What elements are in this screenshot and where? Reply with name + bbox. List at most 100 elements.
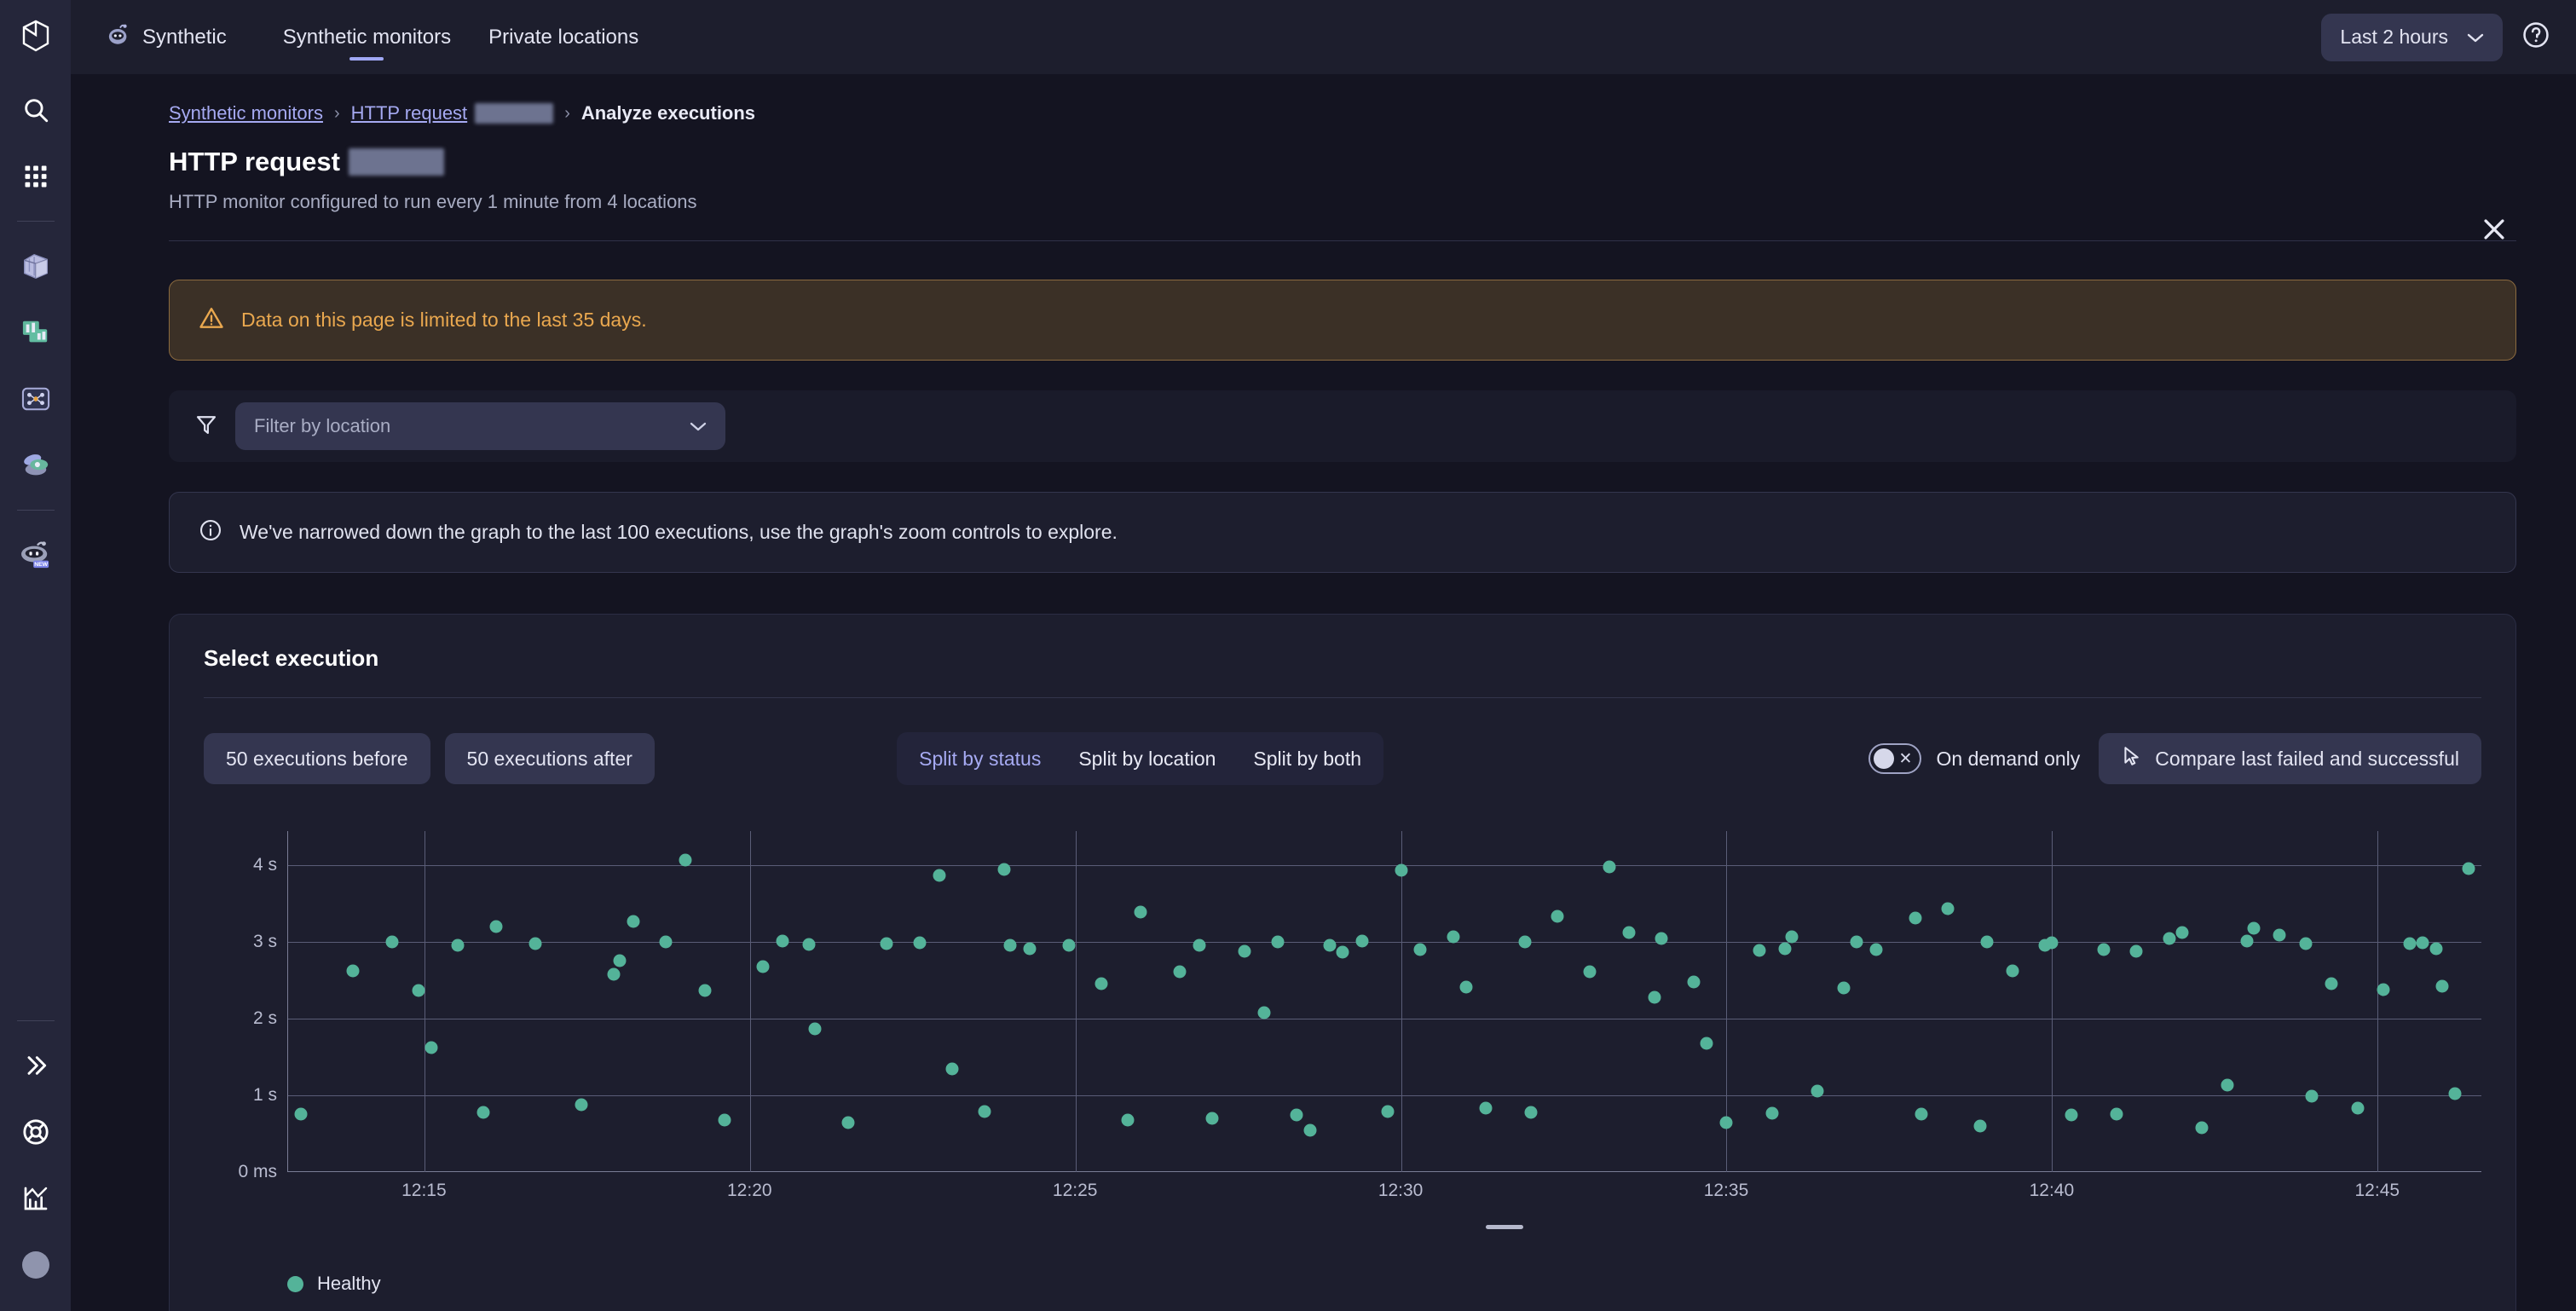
chart-data-point[interactable] — [1765, 1106, 1778, 1119]
chart-data-point[interactable] — [913, 937, 926, 950]
chart-data-point[interactable] — [1355, 935, 1368, 948]
chart-data-point[interactable] — [2247, 922, 2260, 935]
chart-data-point[interactable] — [1701, 1037, 1713, 1050]
question-circle-icon[interactable] — [2521, 20, 2550, 54]
chart-data-point[interactable] — [575, 1098, 587, 1111]
chart-data-point[interactable] — [1193, 938, 1205, 951]
plot-canvas[interactable] — [287, 831, 2481, 1172]
chart-data-point[interactable] — [1980, 936, 1993, 949]
compare-last-failed-successful-button[interactable]: Compare last failed and successful — [2099, 733, 2481, 784]
chart-data-point[interactable] — [1173, 966, 1186, 979]
chart-data-point[interactable] — [1941, 902, 1954, 915]
chart-data-point[interactable] — [1753, 944, 1765, 957]
chart-data-point[interactable] — [1688, 976, 1701, 989]
chart-data-point[interactable] — [1024, 942, 1037, 955]
chart-data-point[interactable] — [2436, 979, 2449, 992]
chart-data-point[interactable] — [1258, 1007, 1271, 1019]
chart-data-point[interactable] — [1551, 910, 1563, 922]
chart-data-point[interactable] — [1291, 1109, 1303, 1122]
time-range-picker[interactable]: Last 2 hours — [2321, 14, 2503, 61]
topnav-item-synthetic-monitors[interactable]: Synthetic monitors — [264, 0, 470, 74]
chart-data-point[interactable] — [1323, 938, 1336, 951]
chart-data-point[interactable] — [933, 869, 945, 882]
analytics-chart-icon[interactable] — [12, 1175, 60, 1222]
chart-data-point[interactable] — [1655, 932, 1667, 944]
chart-data-point[interactable] — [614, 954, 627, 967]
chart-data-point[interactable] — [1837, 982, 1850, 995]
chart-data-point[interactable] — [2098, 944, 2111, 956]
chart-data-point[interactable] — [529, 938, 542, 950]
chart-data-point[interactable] — [659, 936, 672, 949]
layers-icon[interactable] — [12, 442, 60, 489]
chart-data-point[interactable] — [802, 938, 815, 951]
chart-data-point[interactable] — [1909, 912, 1921, 925]
chart-data-point[interactable] — [2221, 1078, 2234, 1091]
filter-funnel-icon[interactable] — [194, 413, 218, 441]
chart-data-point[interactable] — [1063, 938, 1076, 951]
chart-data-point[interactable] — [2377, 984, 2390, 996]
chart-data-point[interactable] — [2429, 943, 2442, 956]
chart-data-point[interactable] — [945, 1062, 958, 1075]
chart-data-point[interactable] — [412, 984, 425, 996]
chart-data-point[interactable] — [757, 961, 770, 973]
executions-before-button[interactable]: 50 executions before — [204, 733, 430, 784]
chart-data-point[interactable] — [1603, 861, 1615, 874]
chart-data-point[interactable] — [2417, 937, 2429, 950]
grid-apps-icon[interactable] — [12, 153, 60, 200]
tab-split-by-both[interactable]: Split by both — [1234, 736, 1380, 782]
chart-data-point[interactable] — [1785, 931, 1798, 944]
chart-data-point[interactable] — [1095, 977, 1108, 990]
lifebuoy-help-icon[interactable] — [12, 1108, 60, 1156]
chart-data-point[interactable] — [698, 984, 711, 996]
chart-data-point[interactable] — [477, 1106, 490, 1118]
chart-data-point[interactable] — [1649, 991, 1661, 1004]
chart-data-point[interactable] — [1915, 1107, 1928, 1120]
breadcrumb-item-http-request[interactable]: HTTP request — [351, 102, 468, 124]
chart-data-point[interactable] — [2163, 932, 2175, 944]
assistant-robot-icon[interactable]: NEW — [12, 531, 60, 579]
chart-data-point[interactable] — [718, 1113, 731, 1126]
chart-data-point[interactable] — [2273, 929, 2286, 942]
app-brand[interactable]: Synthetic — [107, 23, 227, 51]
chart-data-point[interactable] — [1479, 1102, 1492, 1115]
chart-data-point[interactable] — [1622, 926, 1635, 938]
chart-data-point[interactable] — [881, 938, 893, 950]
chart-data-point[interactable] — [1811, 1084, 1824, 1097]
tab-split-by-location[interactable]: Split by location — [1060, 736, 1234, 782]
chart-data-point[interactable] — [627, 915, 639, 928]
selected-execution-marker[interactable] — [1486, 1225, 1523, 1229]
chart-data-point[interactable] — [1382, 1106, 1395, 1118]
chart-data-point[interactable] — [841, 1117, 854, 1129]
chart-data-point[interactable] — [1720, 1117, 1733, 1129]
chart-data-point[interactable] — [1525, 1106, 1538, 1118]
chart-data-point[interactable] — [2404, 938, 2417, 950]
chart-data-point[interactable] — [2195, 1121, 2208, 1134]
filter-by-location-select[interactable]: Filter by location — [235, 402, 725, 450]
chart-data-point[interactable] — [978, 1106, 991, 1118]
chart-data-point[interactable] — [1004, 938, 1017, 951]
chart-data-point[interactable] — [1206, 1112, 1219, 1125]
chart-data-point[interactable] — [451, 938, 464, 951]
chart-data-point[interactable] — [2462, 863, 2475, 875]
chart-data-point[interactable] — [1336, 946, 1349, 959]
cube-stack-icon[interactable] — [12, 242, 60, 290]
chart-data-point[interactable] — [1121, 1113, 1134, 1126]
on-demand-only-toggle[interactable]: ✕ — [1868, 743, 1921, 774]
chart-data-point[interactable] — [1974, 1120, 1987, 1133]
breadcrumb-item-synthetic-monitors[interactable]: Synthetic monitors — [169, 102, 323, 124]
search-icon[interactable] — [12, 86, 60, 134]
chart-data-point[interactable] — [1869, 944, 1882, 956]
chart-data-point[interactable] — [2007, 964, 2019, 977]
chart-data-point[interactable] — [490, 921, 503, 933]
topnav-item-private-locations[interactable]: Private locations — [470, 0, 657, 74]
chart-data-point[interactable] — [1518, 936, 1531, 949]
elastic-logo-icon[interactable] — [15, 15, 56, 56]
executions-after-button[interactable]: 50 executions after — [445, 733, 655, 784]
chart-data-point[interactable] — [295, 1107, 308, 1120]
chart-data-point[interactable] — [607, 968, 620, 981]
chart-data-point[interactable] — [425, 1042, 437, 1054]
chart-data-point[interactable] — [2065, 1109, 2077, 1122]
chart-data-point[interactable] — [1459, 981, 1472, 994]
chart-data-point[interactable] — [2046, 937, 2059, 950]
chart-data-point[interactable] — [347, 964, 360, 977]
